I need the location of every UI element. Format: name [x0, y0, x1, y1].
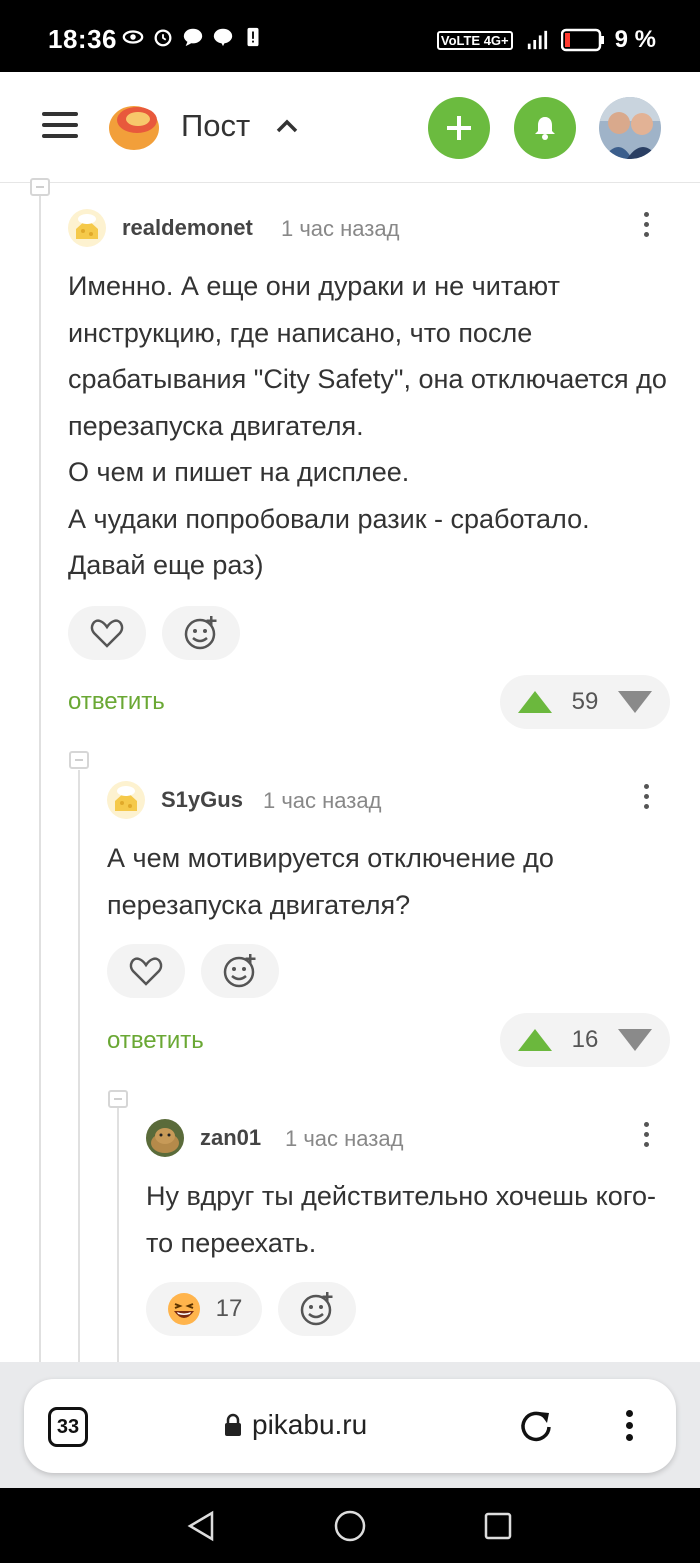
menu-icon[interactable]: [42, 105, 78, 145]
reply-link[interactable]: ответить: [68, 688, 165, 716]
upvote-icon[interactable]: [518, 1029, 552, 1051]
network-label: VoLTE 4G+: [436, 30, 513, 50]
tabs-button[interactable]: 33: [48, 1407, 88, 1447]
message-icon: [213, 28, 233, 47]
emoji-add-icon: [184, 616, 217, 650]
comment-author[interactable]: zan01: [200, 1125, 261, 1151]
battery-level: 9 %: [614, 26, 656, 53]
laughing-emoji-icon: [167, 1293, 200, 1325]
rating-value: 16: [571, 1026, 599, 1053]
chevron-up-icon[interactable]: [276, 118, 298, 134]
avatar[interactable]: [68, 209, 106, 247]
reply-link[interactable]: ответить: [107, 1027, 204, 1055]
status-bar: 18:36 VoLTE 4G+ 9 %: [0, 0, 700, 72]
heart-icon: [129, 957, 163, 986]
heart-icon: [90, 619, 124, 648]
back-icon[interactable]: [186, 1510, 216, 1542]
add-reaction-button[interactable]: [162, 606, 240, 660]
rating-value: 59: [571, 688, 599, 715]
system-nav-bar: [0, 1488, 700, 1563]
emoji-add-icon: [223, 954, 256, 988]
url-field[interactable]: pikabu.ru: [224, 1409, 367, 1441]
comment-author[interactable]: S1yGus: [161, 787, 243, 813]
notification-icons: [122, 26, 264, 48]
lock-icon: [225, 1413, 241, 1436]
downvote-icon[interactable]: [617, 691, 652, 713]
more-options-icon[interactable]: [644, 779, 649, 814]
home-icon[interactable]: [333, 1509, 367, 1543]
page-title[interactable]: Пост: [181, 108, 250, 144]
like-button[interactable]: [68, 606, 146, 660]
more-options-icon[interactable]: [644, 1117, 649, 1152]
avatar[interactable]: [107, 781, 145, 819]
eye-icon: [122, 30, 144, 44]
upvote-icon[interactable]: [518, 691, 552, 713]
reaction-count: 17: [215, 1295, 243, 1322]
reload-icon[interactable]: [515, 1406, 557, 1448]
comment-time: 1 час назад: [285, 1126, 404, 1151]
collapse-toggle[interactable]: [69, 751, 89, 769]
emoji-add-icon: [300, 1292, 333, 1326]
downvote-icon[interactable]: [617, 1029, 652, 1051]
user-avatar[interactable]: [599, 97, 661, 159]
comment-author[interactable]: realdemonet: [122, 215, 253, 241]
url-text: pikabu.ru: [252, 1409, 368, 1440]
comment-time: 1 час назад: [281, 216, 400, 241]
app-header: Пост: [0, 72, 700, 183]
alarm-icon: [154, 29, 172, 47]
pikabu-logo[interactable]: [107, 100, 161, 152]
collapse-toggle[interactable]: [108, 1090, 128, 1108]
thread-line: [117, 1108, 119, 1362]
battery-icon: [560, 28, 604, 52]
comment-time: 1 час назад: [263, 788, 382, 813]
status-right: VoLTE 4G+ 9 %: [436, 26, 656, 54]
add-reaction-button[interactable]: [278, 1282, 356, 1336]
collapse-toggle[interactable]: [30, 178, 50, 196]
more-options-icon[interactable]: [644, 207, 649, 242]
avatar[interactable]: [146, 1119, 184, 1157]
add-post-button[interactable]: [428, 97, 490, 159]
comment-text: А чем мотивируется отключение до перезап…: [107, 843, 554, 920]
notifications-button[interactable]: [514, 97, 576, 159]
status-time: 18:36: [48, 24, 117, 54]
rating-box: 16: [500, 1013, 670, 1067]
comment-text: Ну вдруг ты действительно хочешь кого-то…: [146, 1181, 657, 1258]
recents-icon[interactable]: [483, 1511, 513, 1541]
rating-box: 59: [500, 675, 670, 729]
like-button[interactable]: [107, 944, 185, 998]
browser-menu-icon[interactable]: [626, 1405, 633, 1446]
thread-line: [78, 770, 80, 1362]
sim-alert-icon: [247, 27, 259, 47]
thread-line: [39, 182, 41, 1362]
signal-icon: [527, 30, 547, 50]
plus-icon: [447, 116, 471, 140]
comment-text: Именно. А еще они дураки и не читают инс…: [68, 271, 667, 580]
add-reaction-button[interactable]: [201, 944, 279, 998]
bell-icon: [535, 117, 555, 140]
address-bar: 33 pikabu.ru: [24, 1379, 676, 1473]
reaction-button[interactable]: 17: [146, 1282, 262, 1336]
chat-icon: [183, 28, 203, 47]
